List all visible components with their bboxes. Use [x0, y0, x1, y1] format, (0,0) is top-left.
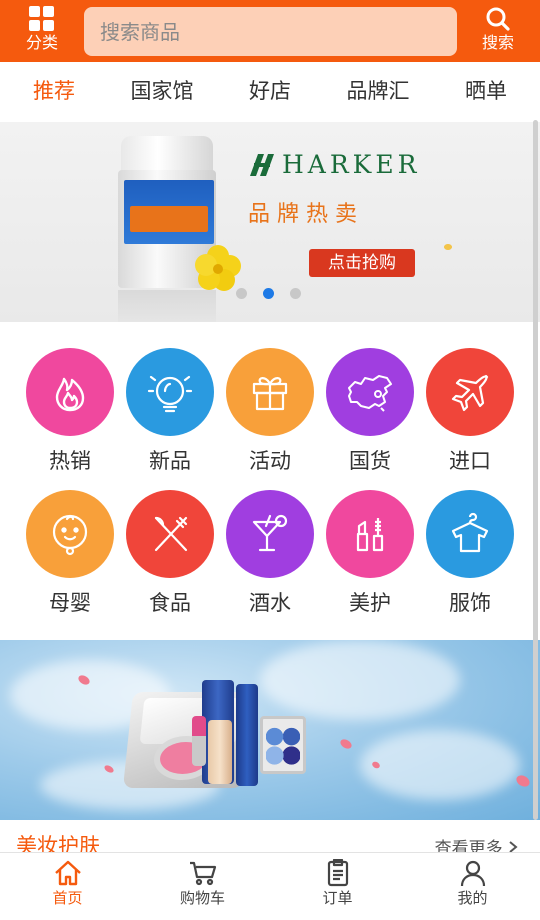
category-circle: [226, 490, 314, 578]
category-label: 新品: [149, 449, 191, 473]
section-title: 美妆护肤: [16, 834, 100, 852]
fork-knife-icon: [154, 516, 188, 552]
decor-dot: [444, 244, 452, 250]
category-events[interactable]: 活动: [220, 348, 320, 473]
cocktail-icon: [252, 514, 288, 552]
lipstick-image: [192, 716, 206, 766]
category-label: 活动: [249, 449, 291, 473]
tab-brands[interactable]: 品牌汇: [324, 62, 432, 122]
nav-label: 我的: [457, 889, 488, 907]
category-circle: [426, 490, 514, 578]
category-imported[interactable]: 进口: [420, 348, 520, 473]
eyeshadow-colors: [266, 724, 300, 766]
home-icon: [54, 860, 81, 886]
search-button[interactable]: 搜索: [466, 3, 530, 59]
banner-cta-button[interactable]: 点击抢购: [309, 249, 415, 277]
nav-profile[interactable]: 我的: [405, 853, 540, 920]
product-reflection: [118, 290, 216, 322]
flower-image: [195, 245, 241, 291]
scrollbar[interactable]: [533, 120, 538, 820]
category-beauty[interactable]: 美护: [320, 490, 420, 615]
tab-show-orders[interactable]: 晒单: [432, 62, 540, 122]
category-hot-sales[interactable]: 热销: [20, 348, 120, 473]
shirt-icon: [451, 512, 489, 553]
order-icon: [327, 859, 348, 887]
category-circle: [326, 348, 414, 436]
tab-bar: 推荐 国家馆 好店 品牌汇 晒单: [0, 62, 540, 122]
foundation-bottle-image: [208, 720, 232, 784]
category-label: 美护: [349, 591, 391, 615]
category-label: 酒水: [249, 591, 291, 615]
category-drinks[interactable]: 酒水: [220, 490, 320, 615]
see-more-label: 查看更多: [434, 839, 503, 852]
category-grid: 热销 新品 活动 国货 进口 母婴 食品 酒水 美护 服饰: [0, 322, 540, 640]
serum-bottle-image: [236, 684, 258, 786]
airplane-icon: [451, 374, 489, 412]
nav-home[interactable]: 首页: [0, 853, 135, 920]
category-circle: [26, 348, 114, 436]
top-bar: 分类 搜索: [0, 0, 540, 62]
chevron-right-icon: [509, 841, 518, 852]
nav-orders[interactable]: 订单: [270, 853, 405, 920]
tab-country-pavilion[interactable]: 国家馆: [108, 62, 216, 122]
carousel-dot[interactable]: [236, 288, 247, 299]
cart-icon: [189, 861, 216, 886]
grid-icon: [29, 6, 54, 31]
search-icon: [486, 7, 510, 31]
tab-recommend[interactable]: 推荐: [0, 62, 108, 122]
harker-logo-icon: [250, 154, 274, 176]
category-label: 母婴: [49, 591, 91, 615]
banner-brand: HARKER: [282, 150, 421, 179]
category-new[interactable]: 新品: [120, 348, 220, 473]
category-label: 进口: [449, 449, 491, 473]
section-header: 美妆护肤 查看更多: [0, 820, 540, 852]
tab-good-shops[interactable]: 好店: [216, 62, 324, 122]
category-label: 热销: [49, 449, 91, 473]
see-more-link[interactable]: 查看更多: [435, 834, 518, 852]
fire-icon: [55, 377, 85, 412]
category-label: 食品: [149, 591, 191, 615]
gift-icon: [252, 377, 288, 411]
search-input[interactable]: [84, 7, 457, 56]
carousel-indicator: [236, 288, 301, 299]
baby-icon: [52, 514, 88, 556]
carousel-dot-active[interactable]: [263, 288, 274, 299]
category-domestic[interactable]: 国货: [320, 348, 420, 473]
lightbulb-icon: [147, 375, 193, 413]
category-button[interactable]: 分类: [10, 3, 74, 59]
banner-tagline: 品牌热卖: [248, 202, 365, 227]
nav-label: 订单: [322, 889, 353, 907]
category-circle: [226, 348, 314, 436]
category-circle: [126, 348, 214, 436]
nav-cart[interactable]: 购物车: [135, 853, 270, 920]
china-map-icon: [348, 375, 392, 412]
nav-label: 首页: [52, 889, 83, 907]
search-box[interactable]: [84, 7, 457, 56]
search-label: 搜索: [481, 33, 514, 52]
cosmetics-icon: [356, 518, 384, 552]
bottom-nav: 首页 购物车 订单 我的: [0, 852, 540, 920]
category-apparel[interactable]: 服饰: [420, 490, 520, 615]
category-label: 服饰: [449, 591, 491, 615]
user-icon: [460, 860, 485, 887]
category-circle: [126, 490, 214, 578]
category-circle: [426, 348, 514, 436]
category-food[interactable]: 食品: [120, 490, 220, 615]
category-label: 国货: [349, 449, 391, 473]
carousel-dot[interactable]: [290, 288, 301, 299]
nav-label: 购物车: [179, 889, 225, 907]
category-mother-baby[interactable]: 母婴: [20, 490, 120, 615]
category-label: 分类: [25, 33, 58, 52]
category-circle: [26, 490, 114, 578]
category-circle: [326, 490, 414, 578]
